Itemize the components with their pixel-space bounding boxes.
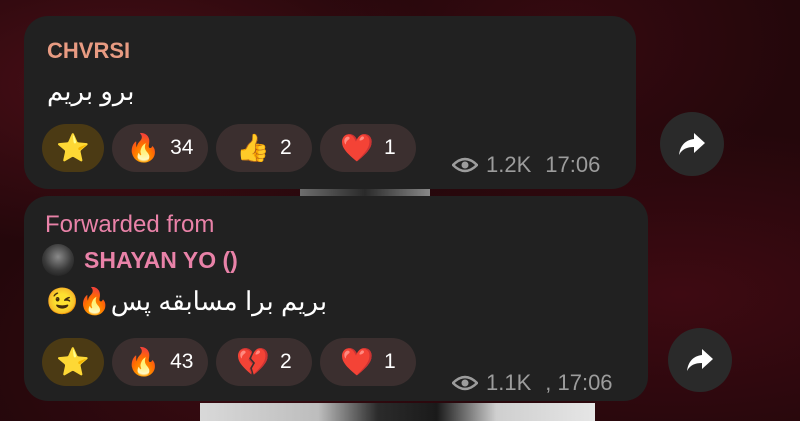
reaction-fire-button[interactable]: 🔥 43 [112,338,208,386]
heart-icon: ❤️ [340,132,374,163]
reaction-count: 1 [383,136,396,159]
forwarded-label: Forwarded from [45,211,215,238]
share-arrow-icon [687,349,713,371]
reaction-count: 2 [279,350,292,373]
star-icon: ⭐ [56,132,90,163]
reaction-count: 43 [170,350,194,373]
message-time: 17:06 [545,152,601,177]
view-count: 1.2K [486,152,532,177]
message-bubble[interactable]: CHVRSI برو بریم ⭐ 🔥 34 👍 2 ❤️ 1 1.2K 17:… [24,16,636,189]
reaction-heart-button[interactable]: ❤️ 1 [320,338,416,386]
avatar[interactable] [42,244,74,276]
fire-icon: 🔥 [126,132,161,163]
reaction-broken-heart-button[interactable]: 💔 2 [216,338,312,386]
reaction-thumbs-up-button[interactable]: 👍 2 [216,124,312,172]
background-photo [200,403,595,421]
share-arrow-icon [679,133,705,155]
eye-icon [452,375,478,391]
reaction-star-button[interactable]: ⭐ [42,338,104,386]
reaction-star-button[interactable]: ⭐ [42,124,104,172]
view-count: 1.1K [486,370,532,395]
message-meta: 1.2K 17:06 [452,152,600,178]
reaction-count: 34 [170,136,194,159]
forwarded-name[interactable]: SHAYAN YO () [84,247,238,274]
fire-icon: 🔥 [126,346,161,377]
message-text: برو بریم [47,76,135,106]
share-button[interactable] [668,328,732,392]
star-icon: ⭐ [56,346,90,377]
heart-icon: ❤️ [340,346,374,377]
share-button[interactable] [660,112,724,176]
reactions-bar: ⭐ 🔥 43 💔 2 ❤️ 1 [42,338,416,386]
reaction-count: 2 [279,136,292,159]
reaction-count: 1 [383,350,396,373]
forwarded-source[interactable]: SHAYAN YO () [42,244,238,276]
message-text: بریم برا مسابقه پس🔥😉 [46,286,328,316]
reaction-fire-button[interactable]: 🔥 34 [112,124,208,172]
message-bubble[interactable]: Forwarded from SHAYAN YO () بریم برا مسا… [24,196,648,401]
reaction-heart-button[interactable]: ❤️ 1 [320,124,416,172]
reactions-bar: ⭐ 🔥 34 👍 2 ❤️ 1 [42,124,416,172]
thumbs-up-icon: 👍 [236,132,270,163]
message-meta: 1.1K , 17:06 [452,370,613,396]
eye-icon [452,157,478,173]
broken-heart-icon: 💔 [236,346,270,377]
sender-name[interactable]: CHVRSI [47,38,130,64]
message-time: , 17:06 [545,370,613,395]
